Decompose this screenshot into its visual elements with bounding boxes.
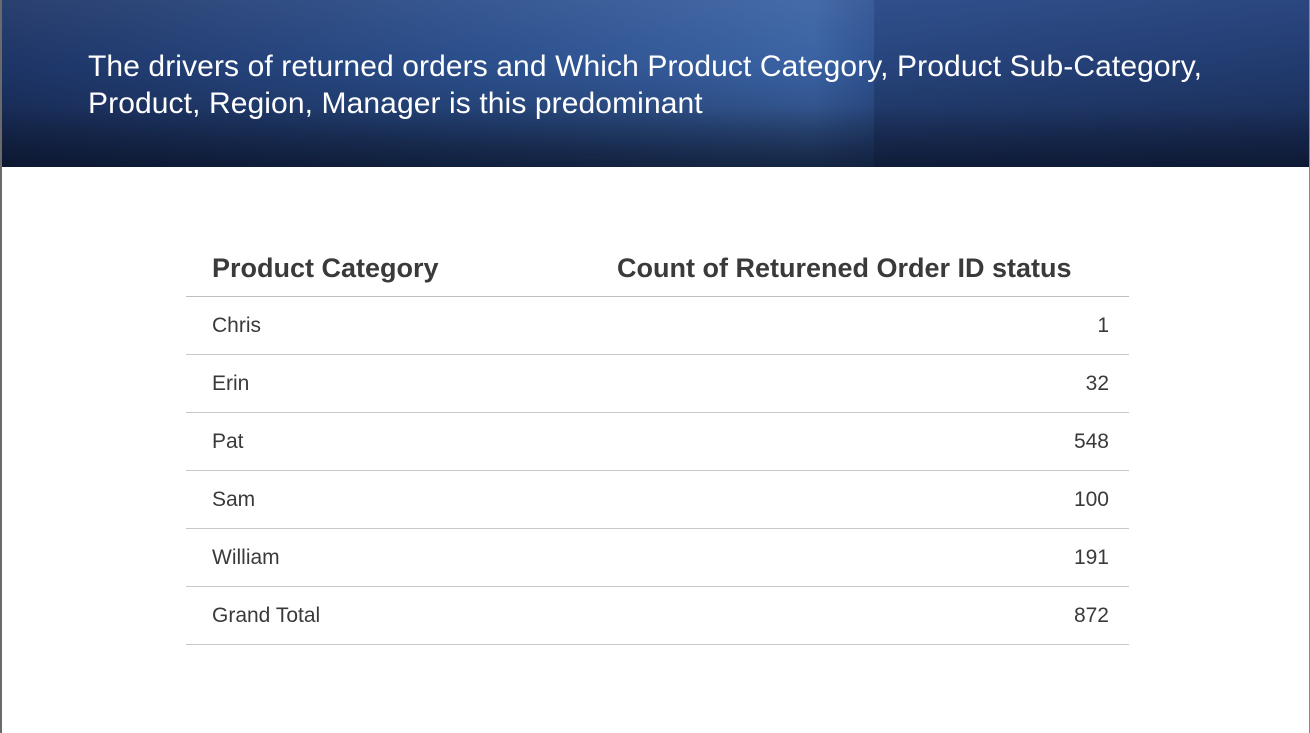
row-name: Sam	[186, 470, 613, 529]
header-count: Count of Returened Order ID status	[613, 240, 1129, 297]
row-name: William	[186, 528, 613, 587]
row-name: Pat	[186, 412, 613, 471]
slide-title: The drivers of returned orders and Which…	[88, 50, 1203, 120]
header-product-category: Product Category	[186, 240, 613, 297]
table-row: Sam 100	[186, 470, 1129, 529]
grand-total-row: Grand Total 872	[186, 586, 1129, 645]
row-count: 100	[613, 470, 1129, 529]
table-row: William 191	[186, 528, 1129, 587]
row-count: 32	[613, 354, 1129, 413]
title-banner: The drivers of returned orders and Which…	[2, 0, 1309, 167]
row-count: 191	[613, 528, 1129, 587]
table-header-row: Product Category Count of Returened Orde…	[186, 240, 1129, 297]
returns-table: Product Category Count of Returened Orde…	[186, 240, 1129, 645]
table-row: Chris 1	[186, 296, 1129, 355]
row-count: 1	[613, 296, 1129, 355]
table-row: Erin 32	[186, 354, 1129, 413]
row-count: 548	[613, 412, 1129, 471]
slide: The drivers of returned orders and Which…	[0, 0, 1310, 733]
row-name: Erin	[186, 354, 613, 413]
data-table-container: Product Category Count of Returened Orde…	[186, 240, 1129, 645]
table-row: Pat 548	[186, 412, 1129, 471]
row-name: Chris	[186, 296, 613, 355]
grand-total-label: Grand Total	[186, 586, 613, 645]
grand-total-count: 872	[613, 586, 1129, 645]
